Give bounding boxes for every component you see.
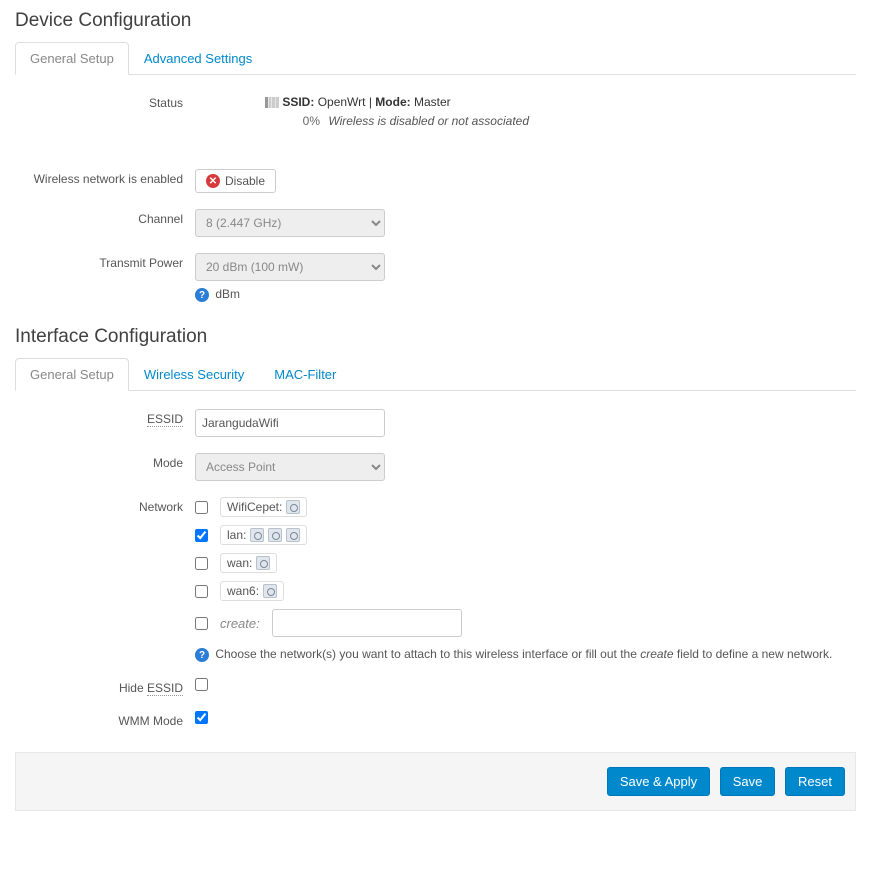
network-item: wan6: (195, 581, 856, 601)
tab-general-setup[interactable]: General Setup (15, 42, 129, 75)
network-checkbox[interactable] (195, 529, 208, 542)
label-wmm: WMM Mode (15, 709, 195, 728)
mode-select[interactable]: Access Point (195, 453, 385, 481)
save-apply-button[interactable]: Save & Apply (607, 767, 710, 796)
network-help: ? Choose the network(s) you want to atta… (195, 647, 856, 662)
status-percent: 0% (265, 112, 325, 131)
network-item: wan: (195, 553, 856, 573)
label-status: Status (15, 91, 195, 110)
interface-icon (256, 556, 270, 570)
network-item: lan: (195, 525, 856, 545)
network-item: WifiCepet: (195, 497, 856, 517)
help-icon: ? (195, 288, 209, 302)
device-configuration: Device Configuration General Setup Advan… (15, 10, 856, 302)
label-channel: Channel (15, 207, 195, 226)
label-mode: Mode (15, 451, 195, 470)
network-label: WifiCepet: (220, 497, 307, 517)
channel-select[interactable]: 8 (2.447 GHz) (195, 209, 385, 237)
label-essid: ESSID (15, 407, 195, 426)
interface-icon (286, 528, 300, 542)
status-value: SSID: OpenWrt | Mode: Master 0% Wireless… (265, 91, 856, 131)
signal-icon (265, 97, 279, 108)
tab-advanced-settings[interactable]: Advanced Settings (129, 42, 267, 75)
remove-icon: ✕ (206, 174, 220, 188)
status-mode-value: Master (414, 95, 451, 109)
network-checkbox[interactable] (195, 501, 208, 514)
label-hide-essid: Hide ESSID (15, 676, 195, 695)
network-label: lan: (220, 525, 307, 545)
device-title: Device Configuration (15, 10, 856, 32)
interface-icon (263, 584, 277, 598)
label-wireless-enabled: Wireless network is enabled (15, 167, 195, 186)
reset-button[interactable]: Reset (785, 767, 845, 796)
txpower-select[interactable]: 20 dBm (100 mW) (195, 253, 385, 281)
footer-actions: Save & Apply Save Reset (15, 752, 856, 811)
txpower-hint: dBm (215, 287, 240, 301)
label-network: Network (15, 495, 195, 514)
interface-icon (286, 500, 300, 514)
network-checkbox[interactable] (195, 557, 208, 570)
tab-iface-general[interactable]: General Setup (15, 358, 129, 391)
interface-icon (250, 528, 264, 542)
network-label: wan6: (220, 581, 284, 601)
network-label: wan: (220, 553, 277, 573)
status-ssid-value: OpenWrt (318, 95, 366, 109)
network-name: wan6: (227, 584, 259, 598)
network-create-checkbox[interactable] (195, 617, 208, 630)
hide-essid-checkbox[interactable] (195, 678, 208, 691)
label-txpower: Transmit Power (15, 251, 195, 270)
network-list: WifiCepet: lan: wan: wan6: create: ? Choose t… (195, 495, 856, 662)
device-tabs: General Setup Advanced Settings (15, 42, 856, 75)
help-icon: ? (195, 648, 209, 662)
interface-configuration: Interface Configuration General Setup Wi… (15, 326, 856, 728)
tab-wireless-security[interactable]: Wireless Security (129, 358, 259, 391)
network-checkbox[interactable] (195, 585, 208, 598)
network-name: wan: (227, 556, 252, 570)
create-network-input[interactable] (272, 609, 462, 637)
network-name: WifiCepet: (227, 500, 282, 514)
create-label: create: (220, 616, 260, 631)
status-disabled-text: Wireless is disabled or not associated (328, 114, 529, 128)
network-name: lan: (227, 528, 246, 542)
essid-input[interactable] (195, 409, 385, 437)
status-mode-label: Mode: (375, 95, 410, 109)
network-create-row: create: (195, 609, 856, 637)
disable-button-label: Disable (225, 174, 265, 188)
status-ssid-label: SSID: (282, 95, 314, 109)
iface-tabs: General Setup Wireless Security MAC-Filt… (15, 358, 856, 391)
interface-title: Interface Configuration (15, 326, 856, 348)
wmm-checkbox[interactable] (195, 711, 208, 724)
save-button[interactable]: Save (720, 767, 776, 796)
disable-button[interactable]: ✕ Disable (195, 169, 276, 193)
interface-icon (268, 528, 282, 542)
tab-mac-filter[interactable]: MAC-Filter (259, 358, 351, 391)
